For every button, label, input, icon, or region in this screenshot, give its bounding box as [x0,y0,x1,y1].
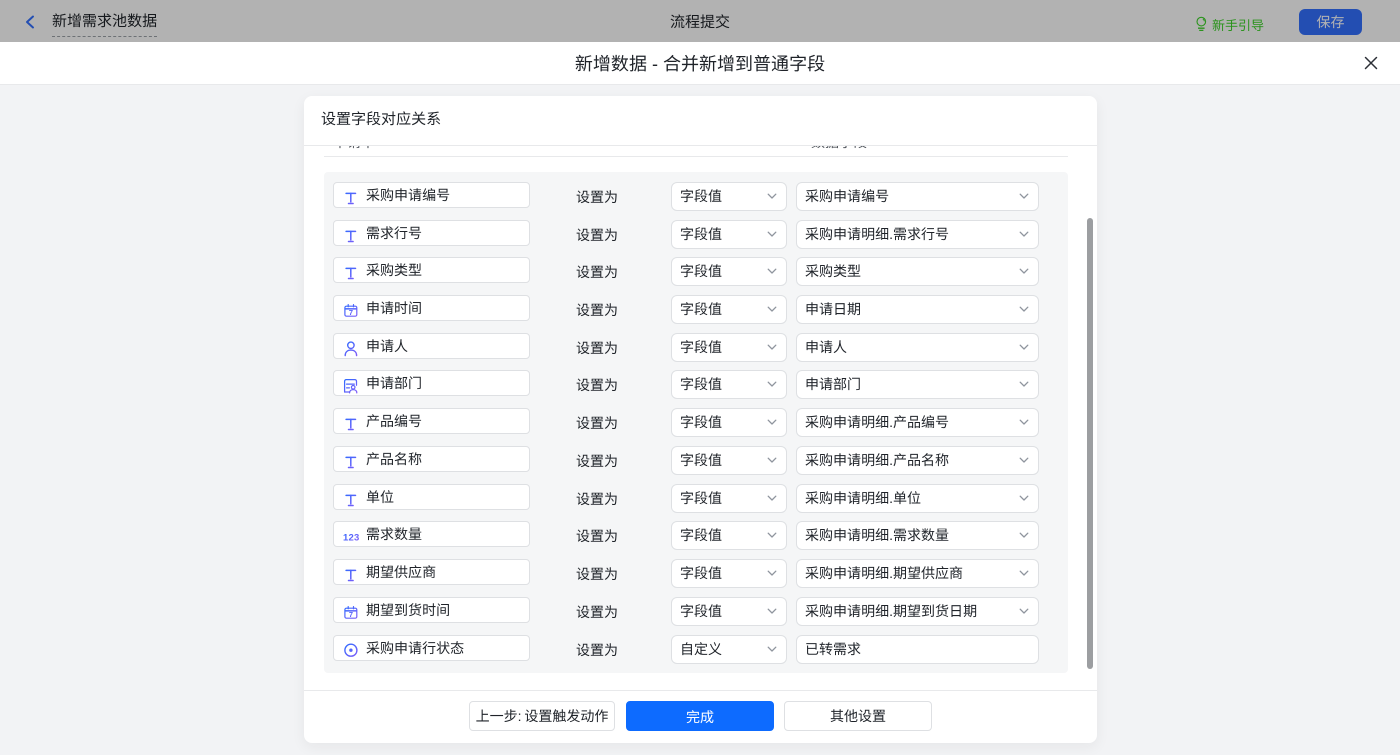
svg-text:123: 123 [343,533,359,544]
svg-text:7: 7 [349,610,353,619]
svg-text:7: 7 [349,308,353,317]
